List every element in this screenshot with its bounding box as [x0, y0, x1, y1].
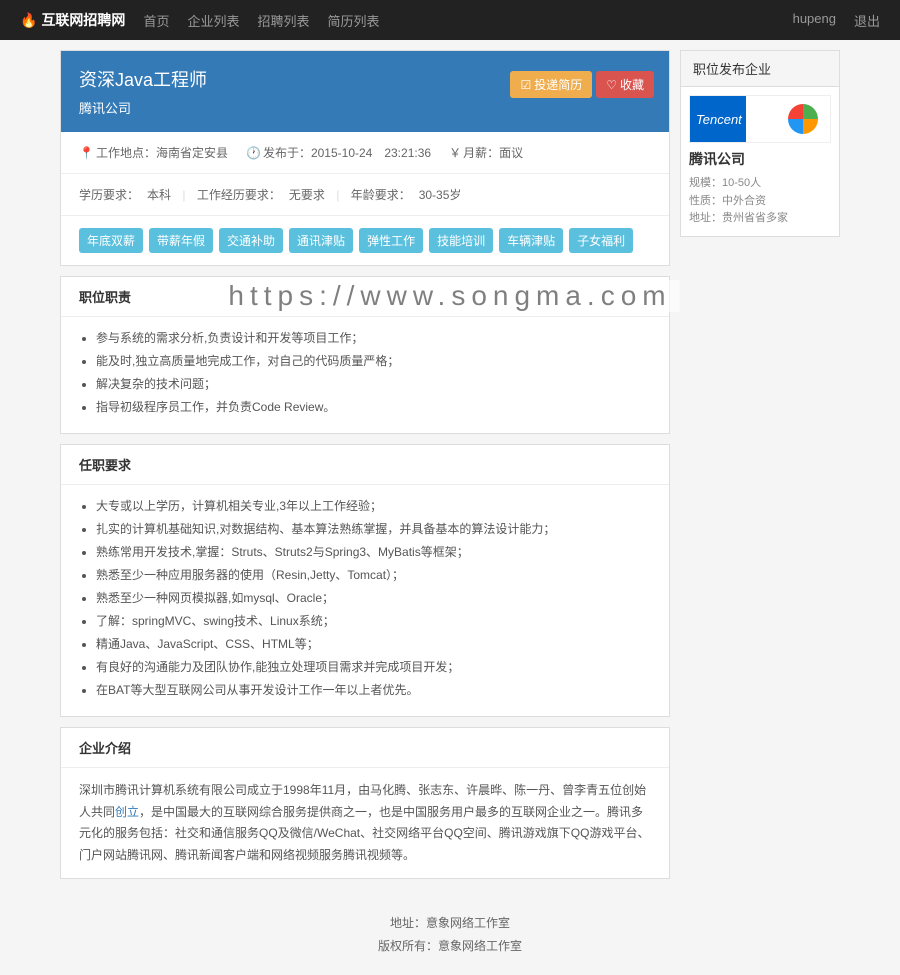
list-item: 大专或以上学历，计算机相关专业,3年以上工作经验；	[96, 497, 651, 514]
list-item: 熟练常用开发技术,掌握：Struts、Struts2与Spring3、MyBat…	[96, 543, 651, 560]
tag: 弹性工作	[359, 228, 423, 253]
sidebar-title: 职位发布企业	[681, 51, 839, 87]
clock-icon: 🕐	[246, 146, 261, 160]
duty-list: 参与系统的需求分析,负责设计和开发等项目工作； 能及时,独立高质量地完成工作，对…	[61, 317, 669, 433]
publish-info: 🕐发布于：2015-10-24 23:21:36	[246, 144, 431, 161]
duty-panel: 职位职责 参与系统的需求分析,负责设计和开发等项目工作； 能及时,独立高质量地完…	[60, 276, 670, 434]
list-item: 熟悉至少一种网页模拟器,如mysql、Oracle；	[96, 589, 651, 606]
brand[interactable]: 🔥 互联网招聘网	[20, 10, 125, 30]
job-header: 资深Java工程师 腾讯公司 ☑ 投递简历 收藏	[61, 51, 669, 132]
intro-panel: 企业介绍 深圳市腾讯计算机系统有限公司成立于1998年11月，由马化腾、张志东、…	[60, 727, 670, 879]
job-tags: 年底双薪 带薪年假 交通补助 通讯津贴 弹性工作 技能培训 车辆津贴 子女福利	[61, 216, 669, 265]
company-logo[interactable]: Tencent	[689, 95, 831, 143]
heart-icon	[606, 78, 617, 92]
nav-logout[interactable]: 退出	[854, 11, 880, 30]
sidebar-info: 规模：10-50人 性质：中外合资 地址：贵州省省多家	[689, 175, 831, 228]
duty-title: 职位职责	[61, 277, 669, 317]
nav-companies[interactable]: 企业列表	[187, 11, 239, 30]
job-panel: 资深Java工程师 腾讯公司 ☑ 投递简历 收藏 📍工作地点：海南省定安县 🕐发…	[60, 50, 670, 266]
yen-icon: ￥	[449, 146, 461, 160]
list-item: 参与系统的需求分析,负责设计和开发等项目工作；	[96, 329, 651, 346]
tag: 年底双薪	[79, 228, 143, 253]
list-item: 能及时,独立高质量地完成工作，对自己的代码质量严格；	[96, 352, 651, 369]
favorite-button[interactable]: 收藏	[596, 71, 654, 98]
footer: 地址：意象网络工作室 版权所有：意象网络工作室	[0, 899, 900, 975]
job-requirement-row: 学历要求：本科 | 工作经历要求：无要求 | 年龄要求：30-35岁	[61, 174, 669, 216]
location-info: 📍工作地点：海南省定安县	[79, 144, 228, 161]
logo-icon	[788, 104, 818, 134]
requirement-panel: 任职要求 大专或以上学历，计算机相关专业,3年以上工作经验； 扎实的计算机基础知…	[60, 444, 670, 717]
nav-jobs[interactable]: 招聘列表	[257, 11, 309, 30]
tag: 通讯津贴	[289, 228, 353, 253]
tag: 技能培训	[429, 228, 493, 253]
sidebar-company-name: 腾讯公司	[689, 149, 831, 169]
nav-home[interactable]: 首页	[143, 11, 169, 30]
requirement-title: 任职要求	[61, 445, 669, 485]
list-item: 了解：springMVC、swing技术、Linux系统；	[96, 612, 651, 629]
apply-button[interactable]: ☑ 投递简历	[510, 71, 592, 98]
fire-icon: 🔥	[20, 12, 37, 29]
document-icon: ☑	[520, 78, 531, 92]
tag: 车辆津贴	[499, 228, 563, 253]
job-company: 腾讯公司	[79, 98, 651, 117]
nav-user[interactable]: hupeng	[793, 11, 836, 30]
tag: 带薪年假	[149, 228, 213, 253]
job-info-row: 📍工作地点：海南省定安县 🕐发布于：2015-10-24 23:21:36 ￥月…	[61, 132, 669, 174]
intro-body: 深圳市腾讯计算机系统有限公司成立于1998年11月，由马化腾、张志东、许晨晔、陈…	[61, 768, 669, 878]
brand-text: 互联网招聘网	[41, 10, 125, 30]
list-item: 解决复杂的技术问题；	[96, 375, 651, 392]
requirement-list: 大专或以上学历，计算机相关专业,3年以上工作经验； 扎实的计算机基础知识,对数据…	[61, 485, 669, 716]
top-navbar: 🔥 互联网招聘网 首页 企业列表 招聘列表 简历列表 hupeng 退出	[0, 0, 900, 40]
tag: 交通补助	[219, 228, 283, 253]
list-item: 在BAT等大型互联网公司从事开发设计工作一年以上者优先。	[96, 681, 651, 698]
pin-icon: 📍	[79, 146, 94, 160]
sidebar-panel: 职位发布企业 Tencent 腾讯公司 规模：10-50人 性质：中外合资 地址…	[680, 50, 840, 237]
tag: 子女福利	[569, 228, 633, 253]
intro-title: 企业介绍	[61, 728, 669, 768]
salary-info: ￥月薪：面议	[449, 144, 523, 161]
nav-resumes[interactable]: 简历列表	[327, 11, 379, 30]
list-item: 熟悉至少一种应用服务器的使用（Resin,Jetty、Tomcat）；	[96, 566, 651, 583]
logo-text: Tencent	[696, 112, 742, 127]
list-item: 精通Java、JavaScript、CSS、HTML等；	[96, 635, 651, 652]
list-item: 有良好的沟通能力及团队协作,能独立处理项目需求并完成项目开发；	[96, 658, 651, 675]
list-item: 扎实的计算机基础知识,对数据结构、基本算法熟练掌握，并具备基本的算法设计能力；	[96, 520, 651, 537]
list-item: 指导初级程序员工作，并负责Code Review。	[96, 398, 651, 415]
